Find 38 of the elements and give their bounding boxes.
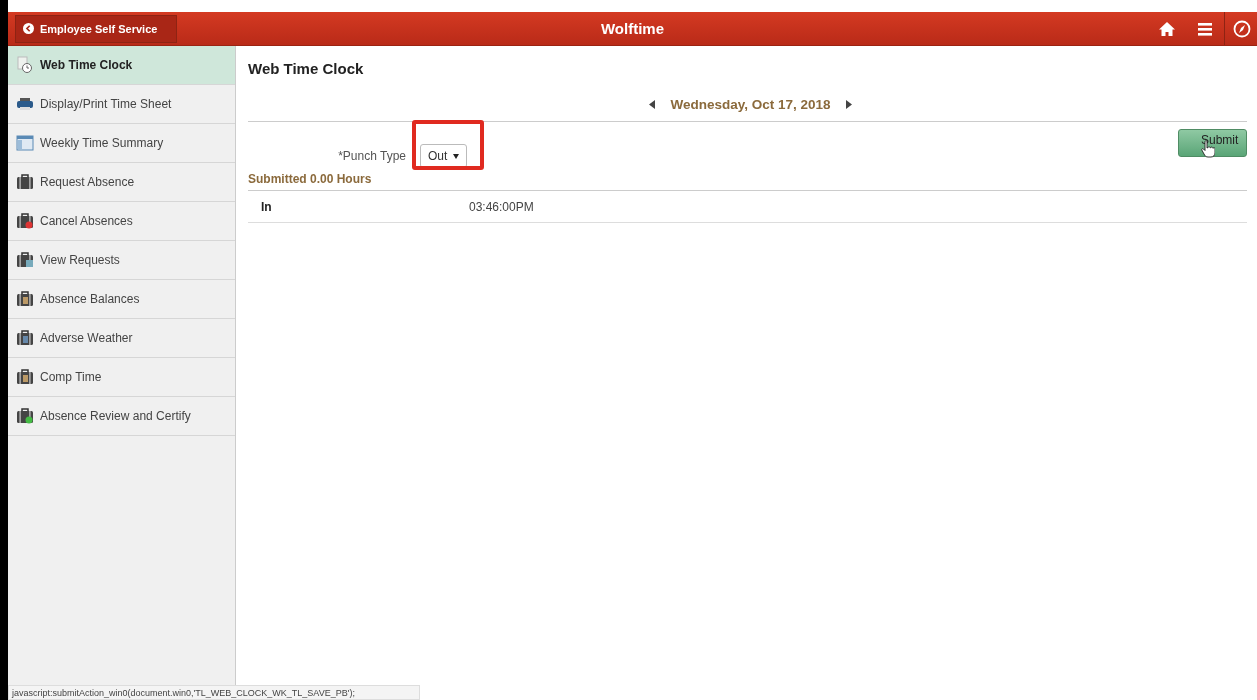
briefcase-icon (16, 173, 34, 191)
sidebar-item[interactable]: View Requests (8, 241, 235, 280)
date-label: Wednesday, Oct 17, 2018 (670, 97, 831, 112)
printer-icon (16, 95, 34, 113)
sidebar-item[interactable]: Absence Review and Certify (8, 397, 235, 436)
sidebar-item[interactable]: Cancel Absences (8, 202, 235, 241)
sidebar-item[interactable]: Comp Time (8, 358, 235, 397)
page-title: Web Time Clock (248, 59, 365, 79)
highlight-mark (412, 120, 484, 170)
app-title: Wolftime (600, 20, 665, 37)
window-icon (16, 134, 34, 152)
dropdown-caret-icon (453, 153, 460, 159)
submit-button[interactable]: Submit (1178, 129, 1247, 157)
briefcase-icon (16, 290, 34, 308)
chevron-left-icon (23, 23, 34, 34)
home-icon[interactable] (1158, 19, 1176, 38)
punch-time-cell: 03:46:00PM (469, 199, 534, 214)
sidebar-item[interactable]: Request Absence (8, 163, 235, 202)
briefcase-icon (16, 329, 34, 347)
briefcase-icon (16, 212, 34, 230)
clock-icon (16, 56, 34, 74)
punch-type-select[interactable]: Out (420, 144, 468, 168)
previous-day-icon[interactable] (648, 100, 657, 109)
sidebar-item[interactable]: Web Time Clock (8, 46, 235, 85)
compass-icon[interactable] (1233, 19, 1251, 38)
status-bar: javascript:submitAction_win0(document.win0,'TL_WEB_CLOCK_WK_TL_SAVE_PB'); (8, 685, 420, 700)
briefcase-icon (16, 251, 34, 269)
submitted-hours: Submitted 0.00 Hours (248, 172, 1247, 191)
briefcase-icon (16, 368, 34, 386)
sidebar-item[interactable]: Adverse Weather (8, 319, 235, 358)
sidebar-item[interactable]: Weekly Time Summary (8, 124, 235, 163)
sidebar-item[interactable]: Display/Print Time Sheet (8, 85, 235, 124)
back-button[interactable]: Employee Self Service (15, 14, 177, 43)
punch-type-cell-text: In (260, 199, 273, 214)
sidebar-item[interactable]: Absence Balances (8, 280, 235, 319)
punch-type-label: *Punch Type (337, 149, 406, 163)
next-day-icon[interactable] (844, 100, 853, 109)
briefcase-icon (16, 407, 34, 425)
